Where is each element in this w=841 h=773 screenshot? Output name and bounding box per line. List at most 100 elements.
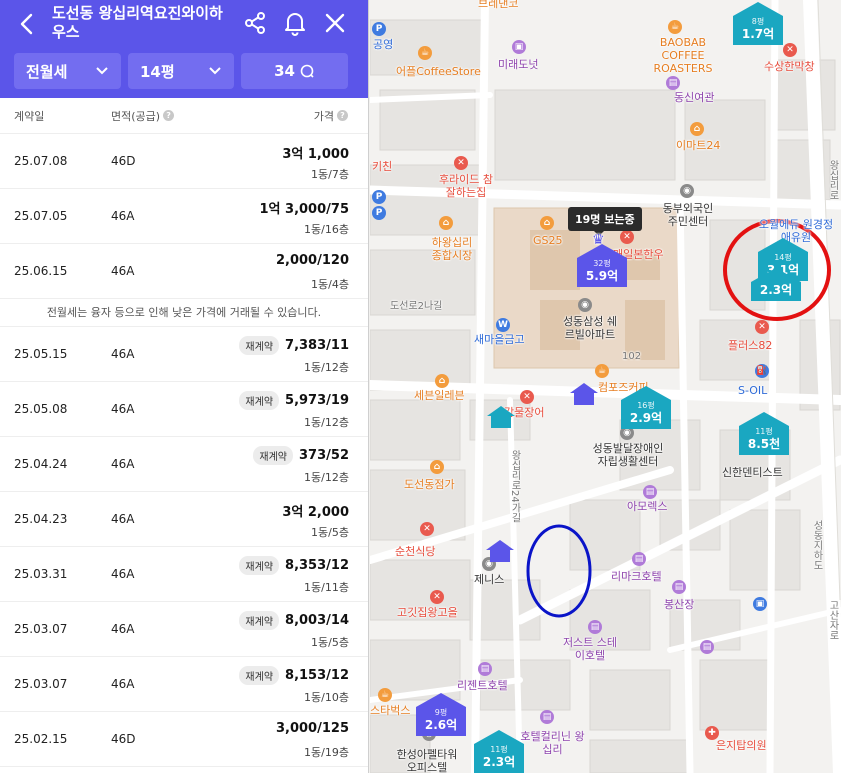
row-floor: 1동/12층 (304, 471, 349, 484)
help-icon[interactable]: ? (337, 110, 348, 121)
transaction-panel: 도선동 왕십리역요진와이하우스 전월세 14평 34 계약일 면적(공급)? 가… (0, 0, 369, 773)
price-marker[interactable]: 9평 2.6억 (416, 693, 466, 736)
table-row[interactable]: 25.03.07 46A 재계약 8,153/12 1동/10층 (0, 657, 368, 712)
map-label: 성동삼성 쉐르빌아파트 (562, 315, 618, 341)
map-label: GS25 (533, 234, 563, 247)
map-label: 성동지하도 (811, 520, 822, 570)
map-label: 왕십리로 (827, 160, 838, 200)
marker-pyeong: 32평 (593, 259, 611, 268)
deal-type-dropdown[interactable]: 전월세 (14, 53, 121, 89)
house-marker[interactable] (486, 540, 514, 562)
close-icon[interactable] (322, 10, 348, 36)
restaurant-icon: ✕ (420, 522, 434, 536)
map-label: 키친 (372, 160, 393, 173)
marker-pyeong: 11평 (490, 745, 508, 754)
row-floor: 1동/10층 (304, 691, 349, 704)
table-row[interactable]: 25.03.07 46A 재계약 8,003/14 1동/5층 (0, 602, 368, 657)
share-icon[interactable] (242, 10, 268, 36)
row-area: 46A (111, 512, 135, 526)
map-label: 한성아펠타워 오피스텔 (396, 748, 458, 773)
map-label: 미래도넛 (498, 58, 539, 71)
map-label: 리마크호텔 (611, 570, 662, 583)
map-label: 성동발달장애인 자립생활센터 (592, 442, 664, 468)
row-price-value: 2,000/120 (275, 253, 349, 268)
price-marker[interactable]: 11평 2.3억 (474, 730, 524, 773)
table-row[interactable]: 25.04.23 46A 3억 2,000 1동/5층 (0, 492, 368, 547)
store-icon: ⌂ (690, 122, 704, 136)
back-arrow-icon[interactable] (14, 10, 40, 38)
table-row[interactable]: 25.07.08 46D 3억 1,000 1동/7층 (0, 134, 368, 189)
chevron-down-icon (209, 67, 221, 75)
map-label: 후라이드 참잘하는집 (438, 173, 494, 199)
row-date: 25.03.31 (14, 567, 68, 581)
house-marker[interactable] (487, 406, 515, 428)
col-area: 면적(공급)? (111, 108, 175, 124)
viewer-tooltip: 19명 보는중 (568, 207, 642, 236)
price-marker[interactable]: 11평 8.5천 (739, 412, 789, 455)
row-price: 3억 1,000 (282, 143, 349, 162)
map-label: 새마을금고 (474, 333, 525, 346)
price-marker[interactable]: 32평 5.9억 (577, 244, 627, 287)
row-floor: 1동/5층 (311, 526, 349, 539)
apartment-icon: ◉ (578, 298, 592, 312)
row-date: 25.03.07 (14, 677, 68, 691)
restaurant-icon: ✕ (454, 156, 468, 170)
price-marker[interactable]: 2.3억 (751, 268, 801, 301)
restaurant-icon: ✕ (520, 390, 534, 404)
map-view[interactable]: P P P ☕ ▣ ☕ ▤ ✕ ⌂ ✕ ◉ ⌂ ⌂ ✕ W ◉ ✕ ⛽ ⌂ ✕ … (370, 0, 841, 773)
map-label: 스타벅스 (370, 704, 411, 717)
map-label: 아모렉스 (627, 500, 668, 513)
gas-station-icon: ⛽ (755, 364, 769, 378)
row-date: 25.07.05 (14, 209, 68, 223)
map-label: 왕십리로24가길 (509, 450, 520, 523)
price-marker[interactable]: 8평 1.7억 (733, 2, 783, 45)
cafe-icon: ☕ (378, 688, 392, 702)
row-area: 46A (111, 264, 135, 278)
marker-price: 2.6억 (424, 718, 458, 732)
row-floor: 1동/16층 (304, 223, 349, 236)
table-row[interactable]: 25.05.08 46A 재계약 5,973/19 1동/12층 (0, 382, 368, 437)
map-label: 고깃집왕고을 (397, 606, 458, 619)
store-icon: ⌂ (430, 460, 444, 474)
table-row[interactable]: 25.05.15 46A 재계약 7,383/11 1동/12층 (0, 327, 368, 382)
map-label: 도선동점가 (404, 478, 455, 491)
row-area: 46D (111, 154, 136, 168)
row-price: 3,000/125 (276, 721, 349, 736)
table-row[interactable]: 25.03.31 46A 재계약 8,353/12 1동/11층 (0, 547, 368, 602)
hotel-icon: ▤ (643, 485, 657, 499)
map-label: 제니스 (474, 573, 505, 586)
size-dropdown[interactable]: 14평 (128, 53, 234, 89)
col-date: 계약일 (14, 109, 45, 123)
map-label: 순천식당 (395, 545, 436, 558)
row-area: 46A (111, 457, 135, 471)
table-row[interactable]: 25.07.05 46A 1억 3,000/75 1동/16층 (0, 189, 368, 244)
row-price: 재계약 8,353/12 (239, 556, 349, 575)
comment-count-button[interactable]: 34 (241, 53, 348, 89)
house-marker[interactable] (570, 383, 598, 405)
page-title: 도선동 왕십리역요진와이하우스 (52, 4, 223, 41)
map-label: 저스트 스테이호텔 (562, 636, 618, 662)
map-label: 공영 (373, 38, 394, 51)
row-floor: 1동/7층 (311, 168, 349, 181)
price-marker[interactable]: 16평 2.9억 (621, 386, 671, 429)
map-label: BAOBAB COFFEE ROASTERS (653, 36, 713, 75)
map-label: 신한덴티스트 (722, 466, 783, 479)
table-row[interactable]: 25.04.24 46A 재계약 373/52 1동/12층 (0, 437, 368, 492)
row-price-value: 8,153/12 (285, 668, 349, 683)
market-icon: ⌂ (439, 216, 453, 230)
table-row[interactable]: 25.02.15 46D 3,000/125 1동/19층 (0, 712, 368, 767)
help-icon[interactable]: ? (163, 110, 175, 121)
office-icon: ◉ (680, 184, 694, 198)
renew-badge: 재계약 (239, 391, 280, 410)
bell-icon[interactable] (282, 10, 308, 36)
size-value: 14평 (140, 62, 175, 81)
parking-icon: P (372, 22, 386, 36)
deal-type-value: 전월세 (26, 62, 68, 81)
hospital-icon: ✚ (705, 726, 719, 740)
table-row[interactable]: 25.06.15 46A 2,000/120 1동/4층 (0, 244, 368, 299)
row-price: 재계약 373/52 (253, 446, 349, 465)
hotel-icon: ▤ (588, 620, 602, 634)
row-price-value: 3억 2,000 (282, 505, 349, 520)
row-date: 25.04.24 (14, 457, 68, 471)
map-label: 어플CoffeeStore (396, 65, 481, 78)
